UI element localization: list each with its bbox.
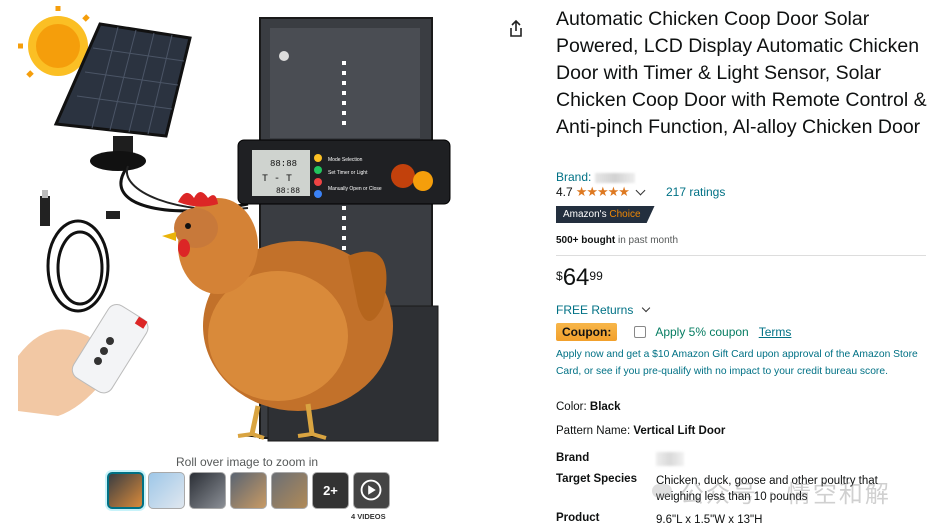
divider	[556, 255, 926, 256]
returns-label: FREE Returns	[556, 303, 634, 317]
spec-product-value: 9.6"L x 1.5"W x 13"H	[656, 514, 763, 526]
coupon-badge: Coupon:	[556, 323, 618, 341]
coupon-terms-link[interactable]: Terms	[759, 325, 792, 339]
brand-value-blurred	[656, 452, 684, 466]
svg-text:88:88: 88:88	[276, 187, 300, 196]
product-main-image[interactable]: 88:88 T - T 88:88 Mode Selection Set Tim…	[18, 6, 473, 446]
thumbnail-5[interactable]	[271, 472, 308, 509]
free-returns-link[interactable]: FREE Returns	[556, 303, 650, 317]
thumbnail-3[interactable]	[189, 472, 226, 509]
spec-species-label: Target Species	[556, 473, 637, 485]
coupon-text[interactable]: Apply 5% coupon	[655, 325, 748, 339]
brand-label: Brand:	[556, 170, 592, 184]
bought-period: in past month	[617, 235, 679, 246]
watermark-icon	[652, 484, 672, 498]
pattern-value: Vertical Lift Door	[633, 425, 726, 437]
thumbnail-strip: 2+	[107, 472, 390, 509]
amazons-choice-badge[interactable]: Amazon's Choice	[556, 206, 655, 223]
lcd-mode-text: Mode Selection	[328, 157, 363, 163]
color-value: Black	[589, 401, 621, 413]
color-label: Color:	[556, 401, 587, 413]
more-images-count: 2+	[323, 483, 338, 498]
thumbnail-more[interactable]: 2+	[312, 472, 349, 509]
gift-card-offer-link[interactable]: Apply now and get a $10 Amazon Gift Card…	[556, 346, 928, 380]
brand-name-blurred	[594, 172, 635, 183]
color-selection: Color: Black	[556, 401, 621, 413]
usb-cable-graphic	[40, 190, 120, 313]
brand-link[interactable]: Brand:	[556, 170, 635, 184]
price-whole: 64	[562, 264, 590, 291]
zoom-hint: Roll over image to zoom in	[176, 455, 319, 469]
price-fraction: 99	[589, 269, 603, 283]
watermark: 公众号 · 情空和解	[680, 480, 891, 508]
svg-text:Manually Open or Close: Manually Open or Close	[328, 186, 382, 192]
spec-brand-value	[656, 452, 684, 471]
image-gallery: 88:88 T - T 88:88 Mode Selection Set Tim…	[0, 0, 522, 531]
thumbnail-2[interactable]	[148, 472, 185, 509]
star-rating-icon[interactable]: ★★★★★	[576, 184, 630, 200]
thumbnail-4[interactable]	[230, 472, 267, 509]
ratings-count-link[interactable]: 217 ratings	[666, 185, 725, 199]
spec-brand-label: Brand	[556, 452, 590, 464]
price: $6499	[556, 264, 603, 292]
thumbnail-video[interactable]	[353, 472, 390, 509]
videos-count-label: 4 VIDEOS	[351, 512, 386, 521]
coupon-row: Coupon: Apply 5% coupon Terms	[556, 323, 791, 341]
bought-count: 500+ bought	[556, 235, 616, 246]
share-icon[interactable]	[505, 18, 527, 40]
rating-value: 4.7	[556, 185, 573, 199]
chevron-down-icon	[641, 303, 650, 313]
thumbnail-1[interactable]	[107, 472, 144, 509]
apply-coupon-checkbox[interactable]	[634, 326, 647, 338]
pattern-label: Pattern Name:	[556, 425, 631, 437]
bought-in-past-month: 500+ bought in past month	[556, 235, 678, 246]
price-symbol: $	[556, 269, 563, 283]
pattern-selection: Pattern Name: Vertical Lift Door	[556, 425, 725, 437]
chevron-down-icon[interactable]	[635, 185, 646, 195]
svg-text:Set Timer or Light: Set Timer or Light	[328, 170, 368, 176]
svg-text:88:88: 88:88	[270, 159, 297, 169]
play-video-icon	[360, 479, 382, 501]
rating-row: 4.7 ★★★★★ 217 ratings	[556, 184, 725, 200]
product-title: Automatic Chicken Coop Door Solar Powere…	[556, 8, 927, 138]
badge-prefix: Amazon's	[563, 209, 607, 220]
badge-suffix: Choice	[609, 209, 641, 220]
remote-control-graphic	[18, 304, 149, 416]
spec-product-label: Product	[556, 512, 600, 524]
svg-text:T - T: T - T	[262, 174, 292, 185]
